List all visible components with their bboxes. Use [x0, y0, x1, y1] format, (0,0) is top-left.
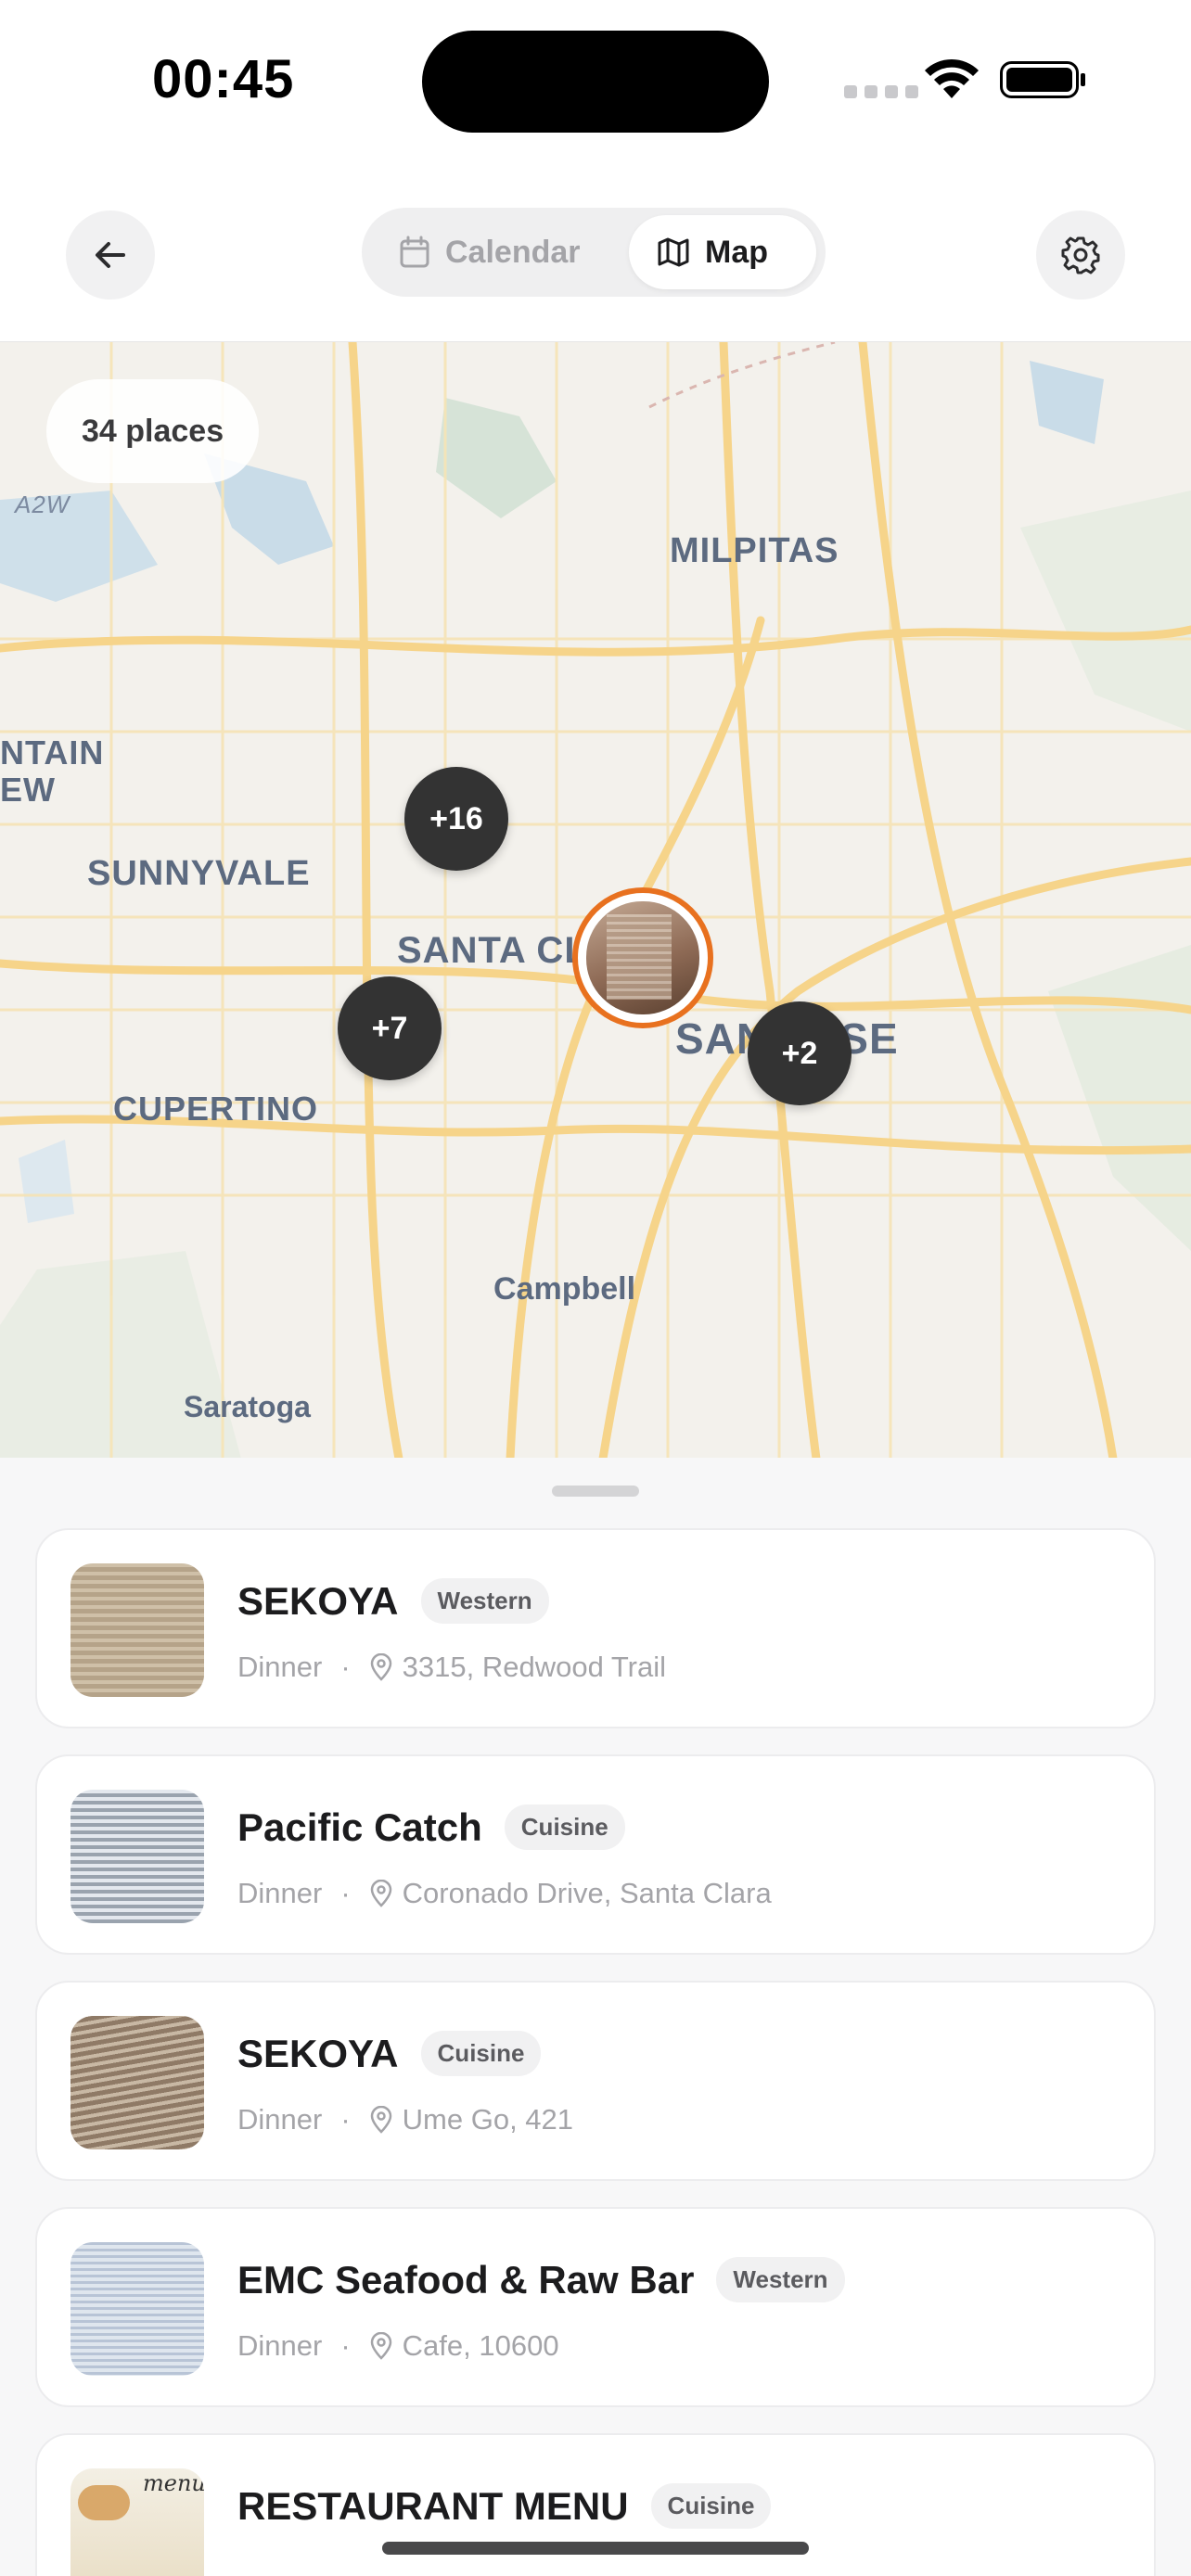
place-name: SEKOYA [237, 1578, 399, 1623]
sheet-grabber[interactable] [552, 1486, 639, 1497]
place-photo-thumbnail [586, 901, 699, 1014]
map-city-label: MILPITAS [670, 531, 839, 570]
place-address: Ume Go, 421 [402, 2103, 574, 2136]
meal-type: Dinner [237, 2103, 323, 2136]
view-switcher: Calendar Map [362, 208, 826, 297]
place-name: RESTAURANT MENU [237, 2483, 629, 2528]
separator-dot: · [340, 2103, 351, 2136]
status-time: 00:45 [152, 49, 295, 109]
place-name: Pacific Catch [237, 1804, 482, 1849]
cuisine-tag: Cuisine [504, 1804, 625, 1850]
back-button[interactable] [66, 210, 155, 300]
arrow-left-icon [96, 242, 125, 268]
selected-place-marker[interactable] [572, 887, 713, 1028]
map-city-label: NTAIN [0, 733, 105, 772]
calendar-icon [400, 236, 429, 268]
place-thumbnail [70, 1563, 204, 1697]
place-address: 3315, Redwood Trail [402, 1651, 666, 1683]
place-name: EMC Seafood & Raw Bar [237, 2257, 695, 2302]
map-city-label: SUNNYVALE [87, 854, 311, 893]
tab-map[interactable]: Map [629, 215, 816, 289]
place-address: Cafe, 10600 [402, 2329, 559, 2362]
map-city-label: EW [0, 771, 56, 809]
places-sheet[interactable]: SEKOYA Western Dinner · 3315, Redwood Tr… [0, 1458, 1191, 2576]
home-indicator[interactable] [382, 2542, 809, 2555]
map-city-label: CUPERTINO [113, 1090, 319, 1128]
cuisine-tag: Cuisine [420, 2031, 542, 2076]
wifi-icon [925, 58, 979, 98]
place-thumbnail: menu [70, 2468, 204, 2576]
gear-icon [1061, 236, 1100, 274]
battery-icon [1000, 61, 1085, 98]
place-card[interactable]: EMC Seafood & Raw Bar Western Dinner · C… [35, 2207, 1156, 2407]
meal-type: Dinner [237, 1651, 323, 1683]
dynamic-island [422, 31, 769, 133]
place-card[interactable]: Pacific Catch Cuisine Dinner · Coronado … [35, 1754, 1156, 1955]
map-cluster-marker[interactable]: +2 [748, 1001, 852, 1105]
meal-type: Dinner [237, 1877, 323, 1909]
location-pin-icon [370, 1880, 391, 1907]
map-road-label: A2W [15, 491, 70, 518]
location-pin-icon [370, 1653, 391, 1681]
tab-calendar-label: Calendar [445, 234, 581, 270]
tab-map-label: Map [705, 234, 768, 270]
place-card[interactable]: SEKOYA Cuisine Dinner · Ume Go, 421 [35, 1981, 1156, 2181]
map-view[interactable]: 34 places A2W MILPITAS NTAIN EW SUNNYVAL… [0, 341, 1191, 1458]
map-city-label: Saratoga [184, 1390, 311, 1423]
location-pin-icon [370, 2332, 391, 2360]
cuisine-tag: Cuisine [650, 2483, 772, 2529]
meal-type: Dinner [237, 2329, 323, 2362]
location-pin-icon [370, 2106, 391, 2134]
place-address: Coronado Drive, Santa Clara [402, 1877, 772, 1909]
separator-dot: · [340, 1651, 351, 1683]
place-thumbnail [70, 1790, 204, 1923]
place-thumbnail [70, 2016, 204, 2149]
map-cluster-marker[interactable]: +7 [338, 976, 442, 1080]
map-city-label: Campbell [493, 1271, 636, 1307]
separator-dot: · [340, 2329, 351, 2362]
place-thumbnail-text: menu [143, 2470, 204, 2496]
top-bar: Calendar Map [0, 185, 1191, 341]
cuisine-tag: Western [716, 2257, 845, 2302]
map-city-label: SANTA CL [397, 930, 588, 971]
separator-dot: · [340, 1877, 351, 1909]
map-icon [658, 237, 689, 267]
place-thumbnail [70, 2242, 204, 2376]
tab-calendar[interactable]: Calendar [399, 215, 581, 289]
place-name: SEKOYA [237, 2031, 399, 2075]
cuisine-tag: Western [420, 1578, 549, 1624]
status-bar: 00:45 [0, 0, 1191, 158]
map-cluster-marker[interactable]: +16 [404, 767, 508, 871]
places-count-badge: 34 places [46, 379, 260, 483]
settings-button[interactable] [1036, 210, 1125, 300]
place-card[interactable]: SEKOYA Western Dinner · 3315, Redwood Tr… [35, 1528, 1156, 1728]
cellular-signal-icon [844, 85, 918, 98]
